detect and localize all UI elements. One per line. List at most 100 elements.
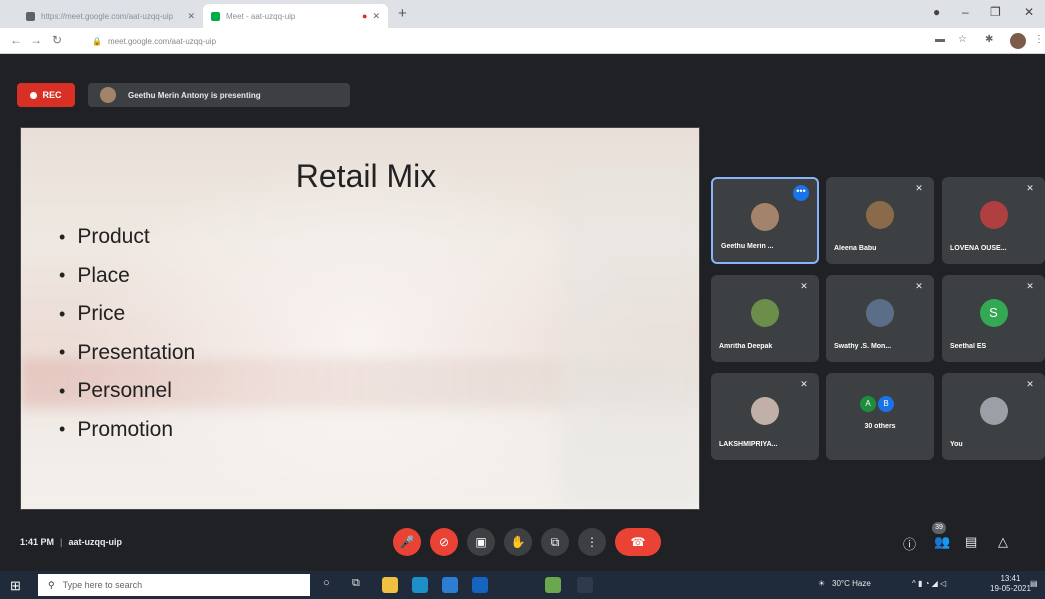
slide-bullet: Place [59, 257, 195, 296]
participant-avatar [979, 397, 1008, 425]
mini-avatar: A [860, 396, 876, 412]
chat-icon[interactable]: ▤ [965, 534, 977, 550]
participant-name: LAKSHMIPRIYA... [719, 441, 778, 448]
presenter-banner[interactable]: Geethu Merin Antony is presenting [88, 83, 350, 107]
presentation-slide: Retail Mix Product Place Price Presentat… [20, 127, 700, 510]
browser-tab-1[interactable]: https://meet.google.com/aat-uzqq-uip ✕ [18, 4, 203, 28]
lock-icon: 🔒 [92, 36, 102, 46]
mic-muted-icon: ✕ [800, 379, 808, 389]
photoshop-icon[interactable] [472, 577, 488, 593]
people-icon[interactable]: 👥 [934, 534, 950, 550]
participant-tile[interactable]: ✕ Aleena Babu [826, 177, 934, 264]
meet-top-bar: REC Geethu Merin Antony is presenting [0, 54, 1045, 120]
minimize-icon[interactable]: – [962, 5, 969, 19]
mic-muted-icon: ✕ [915, 281, 923, 291]
meeting-details: 1:41 PM | aat-uzqq-uip [20, 537, 123, 547]
rec-dot-icon [30, 91, 38, 99]
screen: https://meet.google.com/aat-uzqq-uip ✕ M… [0, 0, 1045, 599]
clock-date: 19-05-2021 [990, 584, 1031, 593]
participant-avatar [751, 203, 779, 231]
tab-close-icon[interactable]: ✕ [372, 11, 380, 22]
raise-hand-button[interactable]: ✋ [504, 528, 532, 556]
bookmark-star-icon[interactable]: ☆ [958, 34, 967, 45]
camera-toggle-button[interactable]: ⊘ [430, 528, 458, 556]
mic-muted-icon: ✕ [1026, 379, 1034, 389]
participant-avatar [979, 201, 1008, 229]
close-window-icon[interactable]: ✕ [1024, 5, 1034, 19]
participant-avatar [866, 299, 894, 327]
weather-icon: ☀ [818, 579, 826, 588]
mic-muted-icon: ✕ [1026, 281, 1034, 291]
task-view-icon[interactable]: ⧉ [352, 577, 360, 590]
participant-name: Swathy .S. Mon... [834, 343, 892, 350]
edge-icon[interactable] [412, 577, 428, 593]
back-icon[interactable]: ← [10, 33, 22, 47]
participant-tile[interactable]: ••• Geethu Merin ... [711, 177, 819, 264]
slide-title: Retail Mix [295, 158, 437, 194]
profile-avatar[interactable] [1010, 33, 1026, 49]
maximize-icon[interactable]: ❐ [990, 5, 1001, 19]
extensions-icon[interactable]: ✱ [985, 34, 993, 45]
self-tile[interactable]: ✕ You [942, 373, 1045, 460]
cortana-icon[interactable]: ○ [323, 577, 330, 589]
participant-tile[interactable]: ✕ Amritha Deepak [711, 275, 819, 362]
meeting-time: 1:41 PM [20, 537, 55, 547]
meeting-info-icon[interactable]: ⓘ [903, 534, 916, 553]
slide-bullet: Presentation [59, 334, 195, 373]
windows-start-icon[interactable]: ⊞ [10, 578, 21, 594]
participant-name: Aleena Babu [834, 245, 877, 252]
participant-tile[interactable]: ✕ LAKSHMIPRIYA... [711, 373, 819, 460]
reload-icon[interactable]: ↻ [52, 33, 62, 47]
recording-dot-icon: ● [362, 11, 368, 21]
more-options-icon[interactable]: ••• [793, 185, 809, 201]
presenter-avatar [100, 87, 116, 103]
participant-tile[interactable]: ✕ Swathy .S. Mon... [826, 275, 934, 362]
forward-icon[interactable]: → [30, 33, 42, 47]
activities-icon[interactable]: △ [998, 534, 1008, 550]
others-tile[interactable]: A B 30 others [826, 373, 934, 460]
present-screen-button[interactable]: ⧉ [541, 528, 569, 556]
system-tray-icons[interactable]: ^ ▮ ◔ ◢ ◁ [912, 579, 946, 588]
participant-avatar [751, 397, 779, 425]
url-text: meet.google.com/aat-uzqq-uip [107, 36, 217, 46]
participant-initial-avatar: S [979, 299, 1008, 327]
store-icon[interactable] [442, 577, 458, 593]
participant-avatar [866, 201, 894, 229]
new-tab-icon[interactable]: + [398, 5, 407, 22]
taskbar-search[interactable]: ⚲ Type here to search [38, 574, 310, 596]
weather-text[interactable]: 30°C Haze [832, 579, 871, 588]
presenter-text: Geethu Merin Antony is presenting [128, 90, 261, 100]
tab-title: https://meet.google.com/aat-uzqq-uip [41, 11, 174, 21]
participant-avatar [751, 299, 779, 327]
url-field[interactable]: 🔒 meet.google.com/aat-uzqq-uip [92, 32, 912, 50]
meeting-code: aat-uzqq-uip [68, 537, 123, 547]
cast-icon[interactable]: ▬ [935, 34, 945, 45]
menu-dots-icon[interactable]: ⋮ [1034, 34, 1044, 45]
participant-tile[interactable]: ✕ LOVENA OUSE... [942, 177, 1045, 264]
slide-background-image [561, 168, 699, 508]
participant-tile[interactable]: ✕ S Seethal ES [942, 275, 1045, 362]
tab-title: Meet - aat-uzqq-uip [226, 11, 296, 21]
pinned-app-icon[interactable] [577, 577, 593, 593]
participant-count-badge: 39 [932, 522, 946, 534]
tab-close-icon[interactable]: ✕ [187, 11, 195, 22]
chrome-icon[interactable] [545, 577, 561, 593]
rec-label: REC [42, 90, 62, 100]
more-options-button[interactable]: ⋮ [578, 528, 606, 556]
file-explorer-icon[interactable] [382, 577, 398, 593]
leave-call-button[interactable]: ☎ [615, 528, 661, 556]
participant-name: You [950, 441, 963, 448]
windows-taskbar: ⊞ ⚲ Type here to search ○ ⧉ ☀ 30°C Haze … [0, 571, 1045, 599]
slide-bullet-list: Product Place Price Presentation Personn… [59, 218, 195, 449]
participant-name: Amritha Deepak [719, 343, 773, 350]
browser-tab-2[interactable]: Meet - aat-uzqq-uip ● ✕ [203, 4, 388, 28]
meet-favicon-icon [211, 11, 220, 21]
taskbar-clock[interactable]: 13:41 19-05-2021 [990, 574, 1031, 594]
slide-bullet: Promotion [59, 411, 195, 450]
mic-toggle-button[interactable]: 🎤 [393, 528, 421, 556]
search-placeholder: Type here to search [62, 580, 143, 590]
captions-button[interactable]: ▣ [467, 528, 495, 556]
mic-muted-icon: ✕ [1026, 183, 1034, 193]
notifications-icon[interactable]: ▤ [1030, 579, 1038, 588]
tab-favicon-icon [26, 11, 35, 21]
